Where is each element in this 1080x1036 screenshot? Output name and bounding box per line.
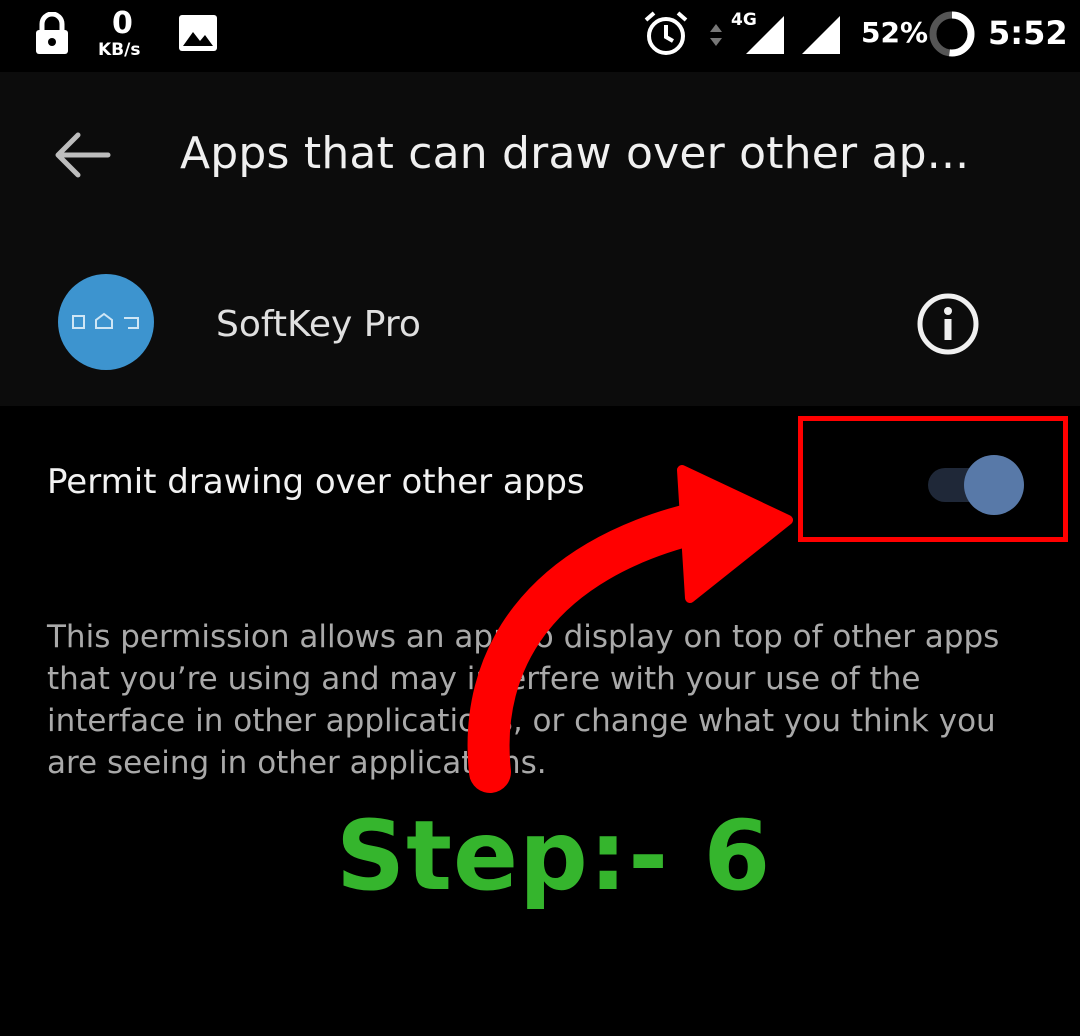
- permission-description: This permission allows an app to display…: [47, 619, 1000, 781]
- signal-icon: [746, 16, 784, 54]
- softkeys-glyph-icon: [72, 312, 139, 329]
- roaming-indicator: R: [829, 36, 840, 52]
- image-icon: [179, 15, 217, 51]
- data-arrows-icon: [710, 24, 722, 46]
- data-speed-value: 0: [112, 6, 133, 41]
- step-label: Step:- 6: [336, 800, 772, 912]
- battery-icon: [929, 11, 975, 57]
- clock: 5:52: [988, 14, 1068, 52]
- info-icon[interactable]: [916, 292, 980, 356]
- softkey-pro-app-icon: [58, 274, 154, 370]
- arrow-back-icon[interactable]: [52, 130, 112, 180]
- lock-icon: [36, 12, 68, 54]
- permit-drawing-label: Permit drawing over other apps: [47, 462, 585, 502]
- page-title: Apps that can draw over other ap...: [180, 128, 970, 179]
- status-bar: 0 KB/s 4G R 52% 5:52: [0, 0, 1080, 72]
- app-header-row: SoftKey Pro: [0, 238, 1080, 406]
- battery-percent: 52%: [861, 16, 929, 49]
- alarm-icon: [644, 11, 688, 55]
- toolbar: Apps that can draw over other ap...: [0, 72, 1080, 238]
- toggle-highlight-box: [798, 416, 1068, 542]
- data-speed-unit: KB/s: [98, 40, 141, 60]
- app-name: SoftKey Pro: [216, 304, 421, 345]
